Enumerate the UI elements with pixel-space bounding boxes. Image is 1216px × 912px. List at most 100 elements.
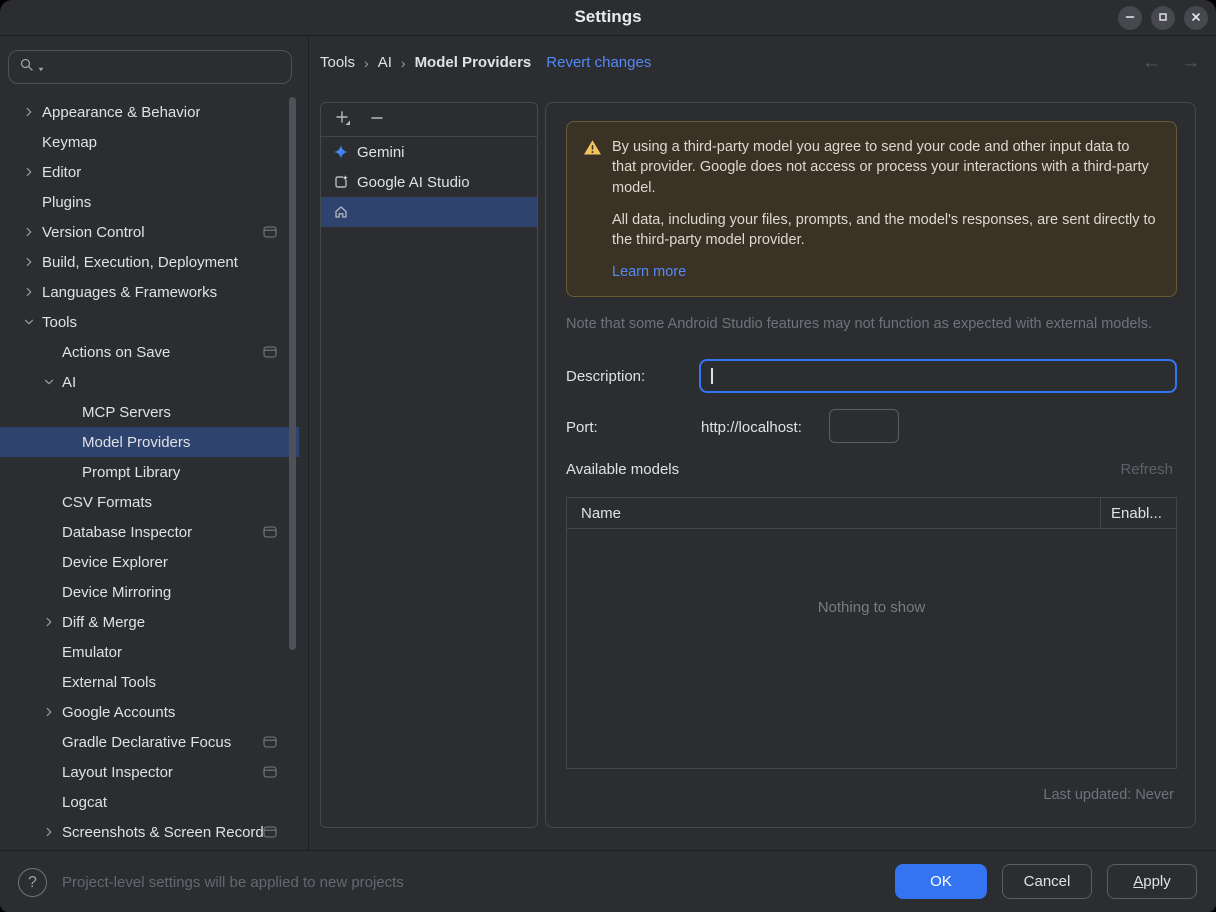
screen-badge-icon [263,346,277,358]
chevron-right-icon[interactable] [22,165,42,179]
screen-badge-icon [263,736,277,748]
maximize-icon [1156,10,1170,27]
provider-rows: Gemini Google AI Studio [321,137,537,227]
sidebar-item-label: Gradle Declarative Focus [62,733,232,751]
sidebar-item-csv-formats[interactable]: CSV Formats [0,487,299,517]
sidebar-item-label: Emulator [62,643,123,661]
column-header-name[interactable]: Name [567,498,1100,528]
sidebar-item-label: Keymap [42,133,98,151]
description-field-wrap [699,359,1177,393]
provider-item-label: Google AI Studio [357,173,470,191]
provider-item-google-ai-studio[interactable]: Google AI Studio [321,167,537,197]
provider-item-gemini[interactable]: Gemini [321,137,537,167]
sidebar-item-google-accounts[interactable]: Google Accounts [0,697,299,727]
sidebar-item-prompt-library[interactable]: Prompt Library [0,457,299,487]
screen-badge-icon [263,766,277,778]
warning-paragraph-1: By using a third-party model you agree t… [612,139,1149,196]
sidebar-item-mcp-servers[interactable]: MCP Servers [0,397,299,427]
warning-text: By using a third-party model you agree t… [612,137,1157,281]
remove-provider-button[interactable] [367,108,387,131]
footer-hint-text: Project-level settings will be applied t… [62,874,404,891]
chevron-right-icon[interactable] [42,615,62,629]
sidebar-item-appearance-behavior[interactable]: Appearance & Behavior [0,97,299,127]
sidebar-item-build-execution-deployment[interactable]: Build, Execution, Deployment [0,247,299,277]
revert-changes-link[interactable]: Revert changes [546,54,651,71]
aistudio-icon [333,174,349,190]
table-empty-text: Nothing to show [817,599,926,616]
search-dropdown-icon[interactable] [37,60,45,77]
sidebar-item-label: Screenshots & Screen Recordi [62,823,263,841]
chevron-right-icon[interactable] [42,825,62,839]
description-input[interactable] [701,361,1175,391]
maximize-button[interactable] [1151,6,1175,30]
port-prefix: http://localhost: [701,419,802,436]
sidebar-item-logcat[interactable]: Logcat [0,787,299,817]
sidebar-item-plugins[interactable]: Plugins [0,187,299,217]
sidebar-item-diff-merge[interactable]: Diff & Merge [0,607,299,637]
screen-badge-icon [263,226,277,238]
sidebar-item-label: Logcat [62,793,108,811]
close-icon [1189,10,1203,27]
home-icon [333,204,349,220]
sidebar-item-languages-frameworks[interactable]: Languages & Frameworks [0,277,299,307]
sidebar-item-database-inspector[interactable]: Database Inspector [0,517,299,547]
tree-scrollbar[interactable] [289,97,296,650]
breadcrumb-item[interactable]: AI [378,54,392,71]
learn-more-link[interactable]: Learn more [612,262,686,282]
sidebar-item-screenshots-screen-recordi[interactable]: Screenshots & Screen Recordi [0,817,299,847]
sidebar-item-ai[interactable]: AI [0,367,299,397]
window-title: Settings [574,7,642,26]
close-button[interactable] [1184,6,1208,30]
breadcrumb-item[interactable]: Model Providers [415,54,532,71]
chevron-right-icon[interactable] [42,705,62,719]
back-arrow-icon[interactable]: ← [1142,52,1161,74]
sidebar-item-external-tools[interactable]: External Tools [0,667,299,697]
sidebar-item-editor[interactable]: Editor [0,157,299,187]
add-provider-button[interactable] [333,108,353,131]
available-models-label: Available models [566,461,680,478]
sidebar-item-label: Actions on Save [62,343,171,361]
refresh-button[interactable]: Refresh [1120,461,1173,478]
cancel-button[interactable]: Cancel [1002,864,1092,899]
chevron-down-icon[interactable] [42,375,62,389]
column-header-enabled[interactable]: Enabl... [1100,498,1176,528]
chevron-right-icon[interactable] [22,255,42,269]
sidebar-item-keymap[interactable]: Keymap [0,127,299,157]
window-controls [1118,6,1208,30]
settings-search-box[interactable] [8,50,292,84]
sidebar-item-device-explorer[interactable]: Device Explorer [0,547,299,577]
port-input[interactable] [829,409,899,443]
ok-button[interactable]: OK [895,864,987,899]
forward-arrow-icon[interactable]: → [1181,52,1200,74]
sidebar-item-device-mirroring[interactable]: Device Mirroring [0,577,299,607]
sidebar-item-emulator[interactable]: Emulator [0,637,299,667]
available-models-table: Name Enabl... Nothing to show [566,497,1177,769]
breadcrumb: Tools › AI › Model Providers Revert changes [320,54,651,71]
provider-list-panel: Gemini Google AI Studio [320,102,538,828]
chevron-down-icon[interactable] [22,315,42,329]
provider-item-new[interactable] [321,197,537,227]
last-updated-text: Last updated: Never [1043,787,1174,803]
chevron-right-icon[interactable] [22,225,42,239]
table-header: Name Enabl... [567,498,1176,529]
sidebar-item-label: Model Providers [82,433,191,451]
sidebar-item-layout-inspector[interactable]: Layout Inspector [0,757,299,787]
chevron-right-icon[interactable] [22,105,42,119]
sidebar-item-tools[interactable]: Tools [0,307,299,337]
settings-tree: Appearance & Behavior Keymap Editor Plugins… [0,97,299,847]
sidebar-item-model-providers[interactable]: Model Providers [0,427,299,457]
sidebar-item-label: Languages & Frameworks [42,283,218,301]
settings-window: Settings Tools › AI › Model Providers Revert … [0,0,1216,912]
minimize-button[interactable] [1118,6,1142,30]
sidebar-item-actions-on-save[interactable]: Actions on Save [0,337,299,367]
sidebar-item-gradle-declarative-focus[interactable]: Gradle Declarative Focus [0,727,299,757]
apply-button[interactable]: Apply [1107,864,1197,899]
sidebar-item-label: Prompt Library [82,463,181,481]
sidebar-item-label: AI [62,373,77,391]
chevron-right-icon[interactable] [22,285,42,299]
sidebar-item-version-control[interactable]: Version Control [0,217,299,247]
breadcrumb-item[interactable]: Tools [320,54,355,71]
description-label: Description: [566,368,646,385]
search-input[interactable] [47,51,291,83]
help-button[interactable]: ? [18,868,47,897]
